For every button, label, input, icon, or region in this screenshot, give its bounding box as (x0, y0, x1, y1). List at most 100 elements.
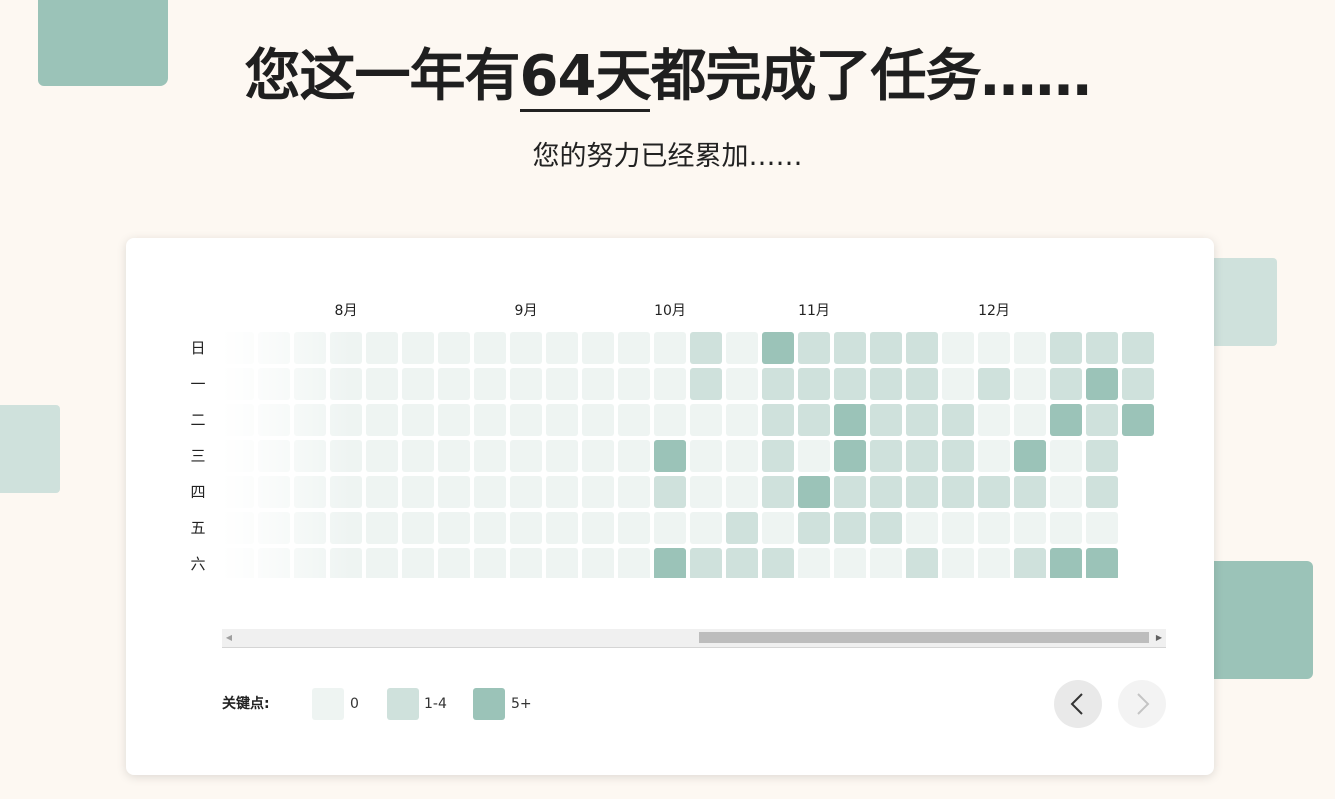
heatmap-cell[interactable] (906, 404, 938, 436)
heatmap-cell[interactable] (1122, 368, 1154, 400)
heatmap-cell[interactable] (510, 476, 542, 508)
heatmap-cell[interactable] (402, 512, 434, 544)
heatmap-cell[interactable] (906, 368, 938, 400)
heatmap-cell[interactable] (222, 440, 254, 472)
heatmap-cell[interactable] (618, 404, 650, 436)
heatmap-cell[interactable] (546, 440, 578, 472)
heatmap-cell[interactable] (330, 368, 362, 400)
heatmap-cell[interactable] (978, 368, 1010, 400)
heatmap-cell[interactable] (510, 548, 542, 578)
heatmap-cell[interactable] (582, 368, 614, 400)
heatmap-cell[interactable] (654, 512, 686, 544)
heatmap-cell[interactable] (366, 368, 398, 400)
heatmap-cell[interactable] (474, 476, 506, 508)
heatmap-cell[interactable] (1014, 440, 1046, 472)
heatmap-cell[interactable] (582, 548, 614, 578)
heatmap-cell[interactable] (654, 332, 686, 364)
heatmap-cell[interactable] (1086, 368, 1118, 400)
heatmap-cell[interactable] (726, 512, 758, 544)
heatmap-cell[interactable] (942, 332, 974, 364)
heatmap-cell[interactable] (366, 440, 398, 472)
heatmap-cell[interactable] (618, 368, 650, 400)
heatmap-cell[interactable] (1122, 404, 1154, 436)
heatmap-cell[interactable] (798, 332, 830, 364)
heatmap-cell[interactable] (654, 404, 686, 436)
heatmap-cell[interactable] (546, 548, 578, 578)
heatmap-cell[interactable] (258, 332, 290, 364)
heatmap-cell[interactable] (726, 440, 758, 472)
heatmap-cell[interactable] (978, 332, 1010, 364)
heatmap-cell[interactable] (834, 476, 866, 508)
heatmap-cell[interactable] (438, 512, 470, 544)
heatmap-cell[interactable] (834, 368, 866, 400)
heatmap-cell[interactable] (258, 440, 290, 472)
heatmap-cell[interactable] (438, 332, 470, 364)
heatmap-cell[interactable] (546, 476, 578, 508)
heatmap-cell[interactable] (294, 404, 326, 436)
heatmap-cell[interactable] (978, 548, 1010, 578)
heatmap-cell[interactable] (1014, 512, 1046, 544)
heatmap-cell[interactable] (366, 332, 398, 364)
heatmap-cell[interactable] (870, 332, 902, 364)
heatmap-cell[interactable] (438, 476, 470, 508)
heatmap-cell[interactable] (1050, 548, 1082, 578)
scrollbar-thumb[interactable] (699, 632, 1149, 643)
heatmap-cell[interactable] (978, 476, 1010, 508)
heatmap-cell[interactable] (798, 476, 830, 508)
heatmap-cell[interactable] (366, 404, 398, 436)
heatmap-cell[interactable] (762, 548, 794, 578)
heatmap-cell[interactable] (726, 548, 758, 578)
heatmap-cell[interactable] (582, 476, 614, 508)
heatmap-cell[interactable] (366, 512, 398, 544)
heatmap-cell[interactable] (978, 512, 1010, 544)
heatmap-cell[interactable] (726, 404, 758, 436)
heatmap-cell[interactable] (474, 368, 506, 400)
heatmap-cell[interactable] (762, 404, 794, 436)
heatmap-cell[interactable] (582, 404, 614, 436)
heatmap-cell[interactable] (294, 476, 326, 508)
heatmap-cell[interactable] (690, 476, 722, 508)
heatmap-viewport[interactable] (222, 328, 1166, 578)
heatmap-cell[interactable] (258, 404, 290, 436)
horizontal-scrollbar[interactable]: ◀ ▶ (222, 629, 1166, 648)
heatmap-cell[interactable] (330, 404, 362, 436)
heatmap-cell[interactable] (222, 368, 254, 400)
next-button[interactable] (1118, 680, 1166, 728)
heatmap-cell[interactable] (870, 404, 902, 436)
heatmap-cell[interactable] (222, 512, 254, 544)
heatmap-cell[interactable] (1086, 440, 1118, 472)
heatmap-cell[interactable] (906, 332, 938, 364)
heatmap-cell[interactable] (330, 332, 362, 364)
heatmap-cell[interactable] (834, 548, 866, 578)
heatmap-cell[interactable] (1014, 548, 1046, 578)
heatmap-cell[interactable] (870, 512, 902, 544)
heatmap-cell[interactable] (762, 368, 794, 400)
heatmap-cell[interactable] (870, 548, 902, 578)
heatmap-cell[interactable] (510, 368, 542, 400)
heatmap-cell[interactable] (762, 440, 794, 472)
heatmap-cell[interactable] (654, 548, 686, 578)
heatmap-cell[interactable] (582, 332, 614, 364)
heatmap-cell[interactable] (726, 368, 758, 400)
heatmap-cell[interactable] (1050, 476, 1082, 508)
heatmap-cell[interactable] (510, 512, 542, 544)
heatmap-cell[interactable] (582, 512, 614, 544)
heatmap-cell[interactable] (942, 512, 974, 544)
heatmap-cell[interactable] (618, 440, 650, 472)
heatmap-cell[interactable] (474, 440, 506, 472)
heatmap-cell[interactable] (942, 404, 974, 436)
heatmap-cell[interactable] (294, 512, 326, 544)
heatmap-cell[interactable] (402, 440, 434, 472)
heatmap-cell[interactable] (402, 404, 434, 436)
heatmap-cell[interactable] (402, 332, 434, 364)
heatmap-cell[interactable] (438, 548, 470, 578)
heatmap-cell[interactable] (258, 476, 290, 508)
heatmap-cell[interactable] (546, 404, 578, 436)
heatmap-cell[interactable] (618, 548, 650, 578)
heatmap-cell[interactable] (942, 548, 974, 578)
heatmap-cell[interactable] (294, 368, 326, 400)
heatmap-cell[interactable] (906, 440, 938, 472)
heatmap-cell[interactable] (546, 512, 578, 544)
heatmap-cell[interactable] (1122, 332, 1154, 364)
heatmap-cell[interactable] (690, 332, 722, 364)
